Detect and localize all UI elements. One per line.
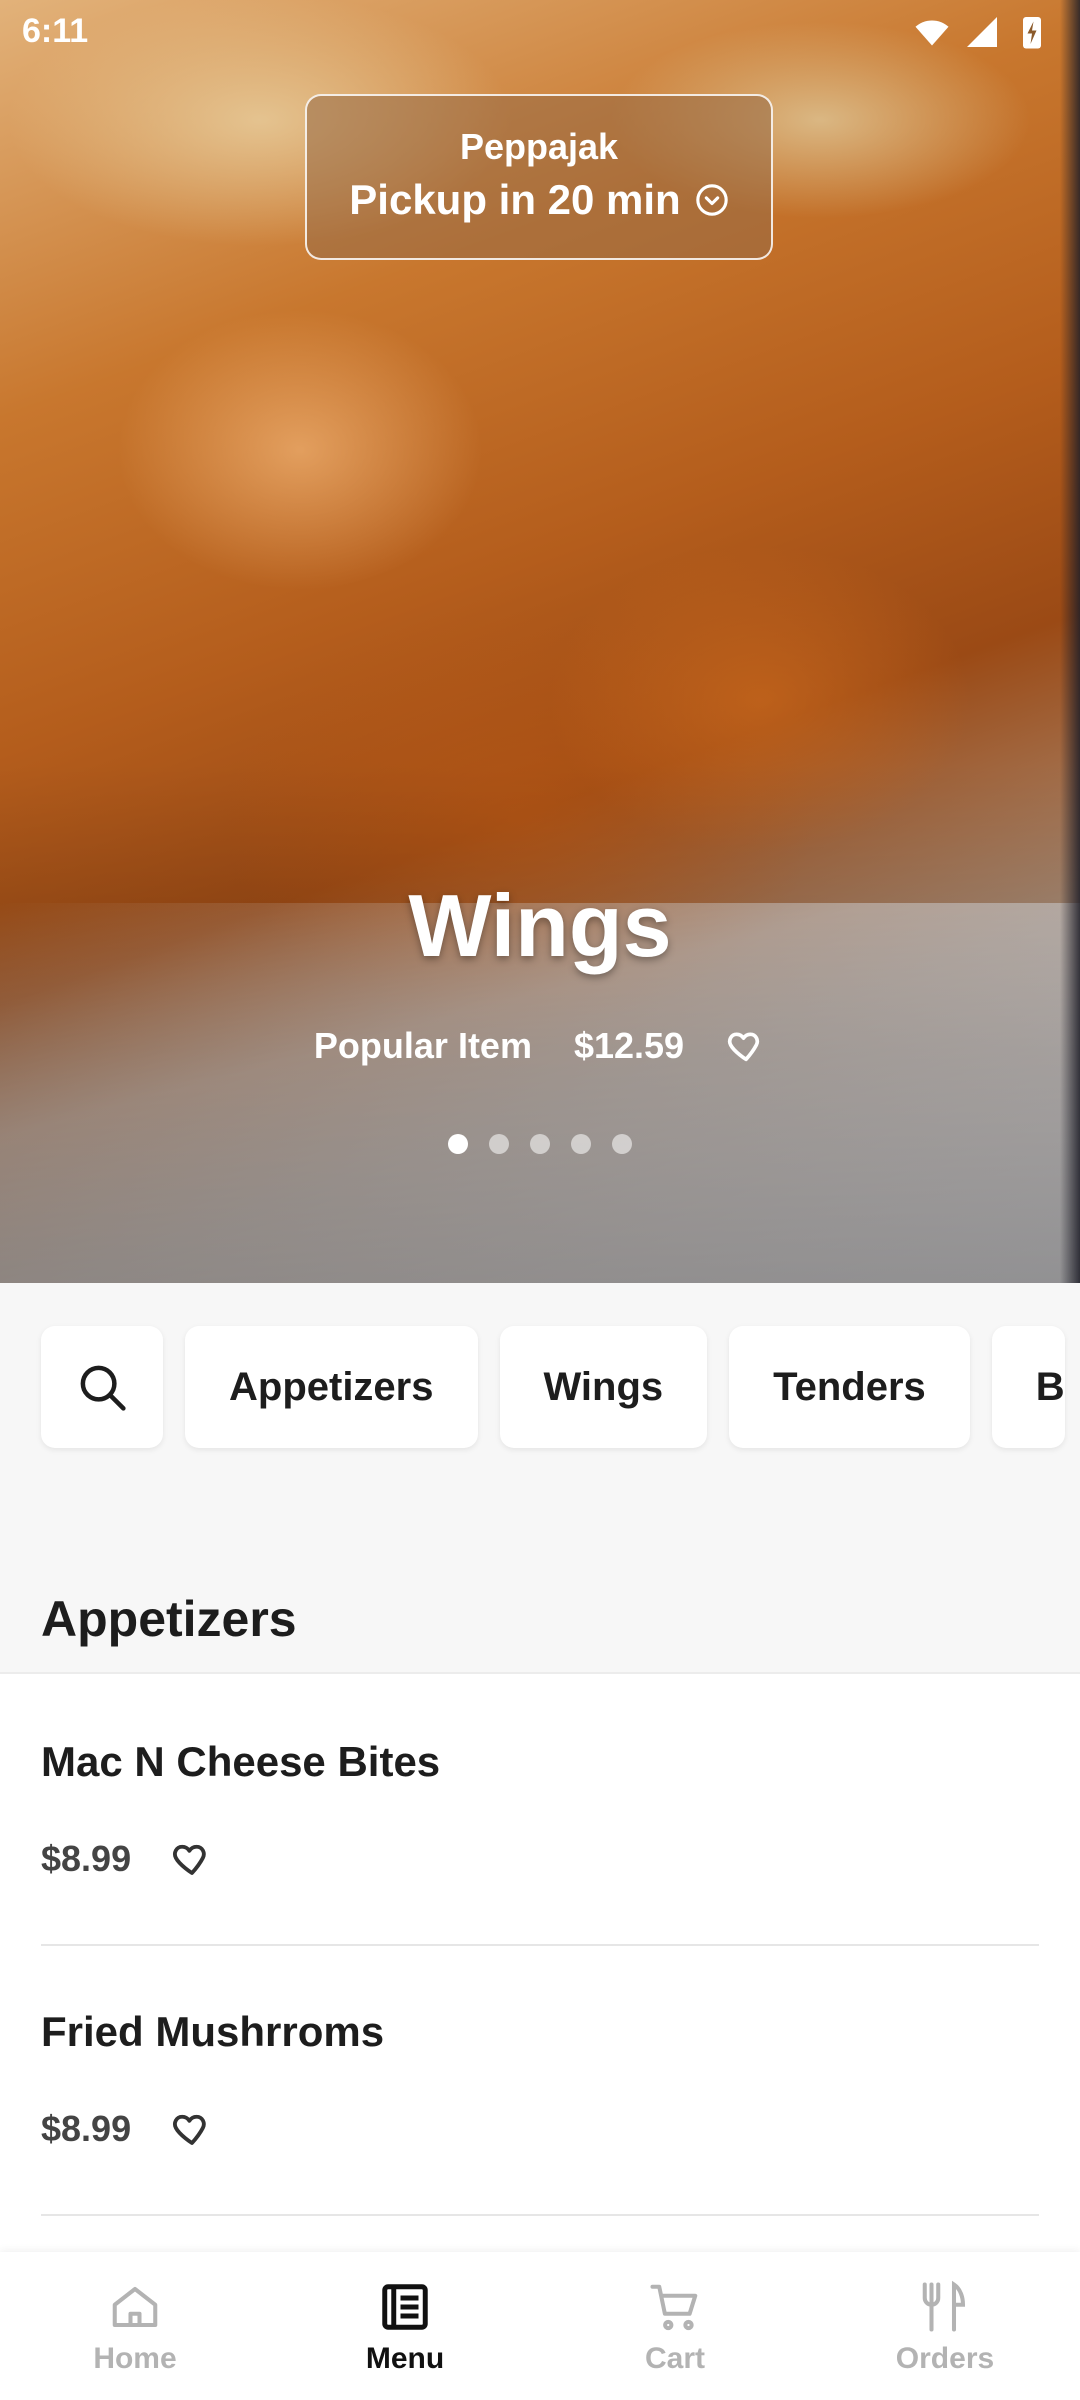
- wifi-icon: [914, 14, 950, 50]
- chevron-down-circle-icon: [695, 183, 729, 217]
- heart-icon[interactable]: [726, 1026, 766, 1066]
- category-chip-tenders[interactable]: Tenders: [729, 1326, 970, 1448]
- nav-home-label: Home: [93, 2342, 177, 2375]
- status-bar: 6:11: [0, 0, 1080, 64]
- bottom-nav: Home Menu Cart Orders: [0, 2252, 1080, 2400]
- item-price: $8.99: [41, 2108, 132, 2149]
- item-name: Fried Mushrroms: [41, 2008, 385, 2055]
- nav-orders[interactable]: Orders: [810, 2252, 1080, 2400]
- pickup-eta: Pickup in 20 min: [349, 176, 681, 223]
- item-name: Mac N Cheese Bites: [41, 1738, 441, 1785]
- orders-icon: [918, 2280, 972, 2334]
- nav-orders-label: Orders: [895, 2342, 995, 2375]
- hero-meta: Popular Item $12.59: [0, 1025, 1080, 1067]
- category-chip-appetizers[interactable]: Appetizers: [185, 1326, 478, 1448]
- section-title: Appetizers: [41, 1591, 297, 1647]
- hero-gradient: [0, 763, 1080, 1283]
- home-icon: [108, 2280, 162, 2334]
- hero-title: Wings: [408, 876, 672, 975]
- nav-menu[interactable]: Menu: [270, 2252, 540, 2400]
- carousel-dot[interactable]: [612, 1134, 632, 1154]
- battery-icon: [1014, 14, 1050, 50]
- heart-icon[interactable]: [171, 1838, 213, 1880]
- nav-menu-label: Menu: [365, 2342, 445, 2375]
- hero-price: $12.59: [573, 1025, 685, 1066]
- menu-item[interactable]: Fried Mushrroms $8.99: [41, 1944, 1039, 2216]
- carousel-dot[interactable]: [571, 1134, 591, 1154]
- category-chips: Appetizers Wings Tenders B: [41, 1326, 1065, 1448]
- status-time: 6:11: [22, 12, 89, 50]
- heart-icon[interactable]: [171, 2108, 213, 2150]
- category-chip-wings[interactable]: Wings: [499, 1326, 708, 1448]
- menu-item[interactable]: Mac N Cheese Bites $8.99: [41, 1674, 1039, 1946]
- carousel-dot[interactable]: [448, 1134, 468, 1154]
- signal-icon: [964, 14, 1000, 50]
- search-icon: [75, 1360, 129, 1414]
- carousel-dot[interactable]: [530, 1134, 550, 1154]
- hero-edge: [1060, 0, 1080, 1283]
- nav-cart[interactable]: Cart: [540, 2252, 810, 2400]
- search-button[interactable]: [41, 1326, 163, 1448]
- pickup-store-name: Peppajak: [459, 126, 619, 167]
- nav-cart-label: Cart: [644, 2342, 705, 2375]
- carousel-dot[interactable]: [489, 1134, 509, 1154]
- menu-icon: [378, 2280, 432, 2334]
- pickup-selector[interactable]: Peppajak Pickup in 20 min: [305, 94, 773, 260]
- menu-item-list: Mac N Cheese Bites $8.99 Fried Mushrroms…: [0, 1672, 1080, 2254]
- nav-home[interactable]: Home: [0, 2252, 270, 2400]
- item-price: $8.99: [41, 1838, 132, 1879]
- cart-icon: [648, 2280, 702, 2334]
- carousel-dots[interactable]: [0, 1134, 1080, 1154]
- category-chip-partial[interactable]: B: [991, 1326, 1065, 1448]
- hero-tag: Popular Item: [313, 1025, 532, 1066]
